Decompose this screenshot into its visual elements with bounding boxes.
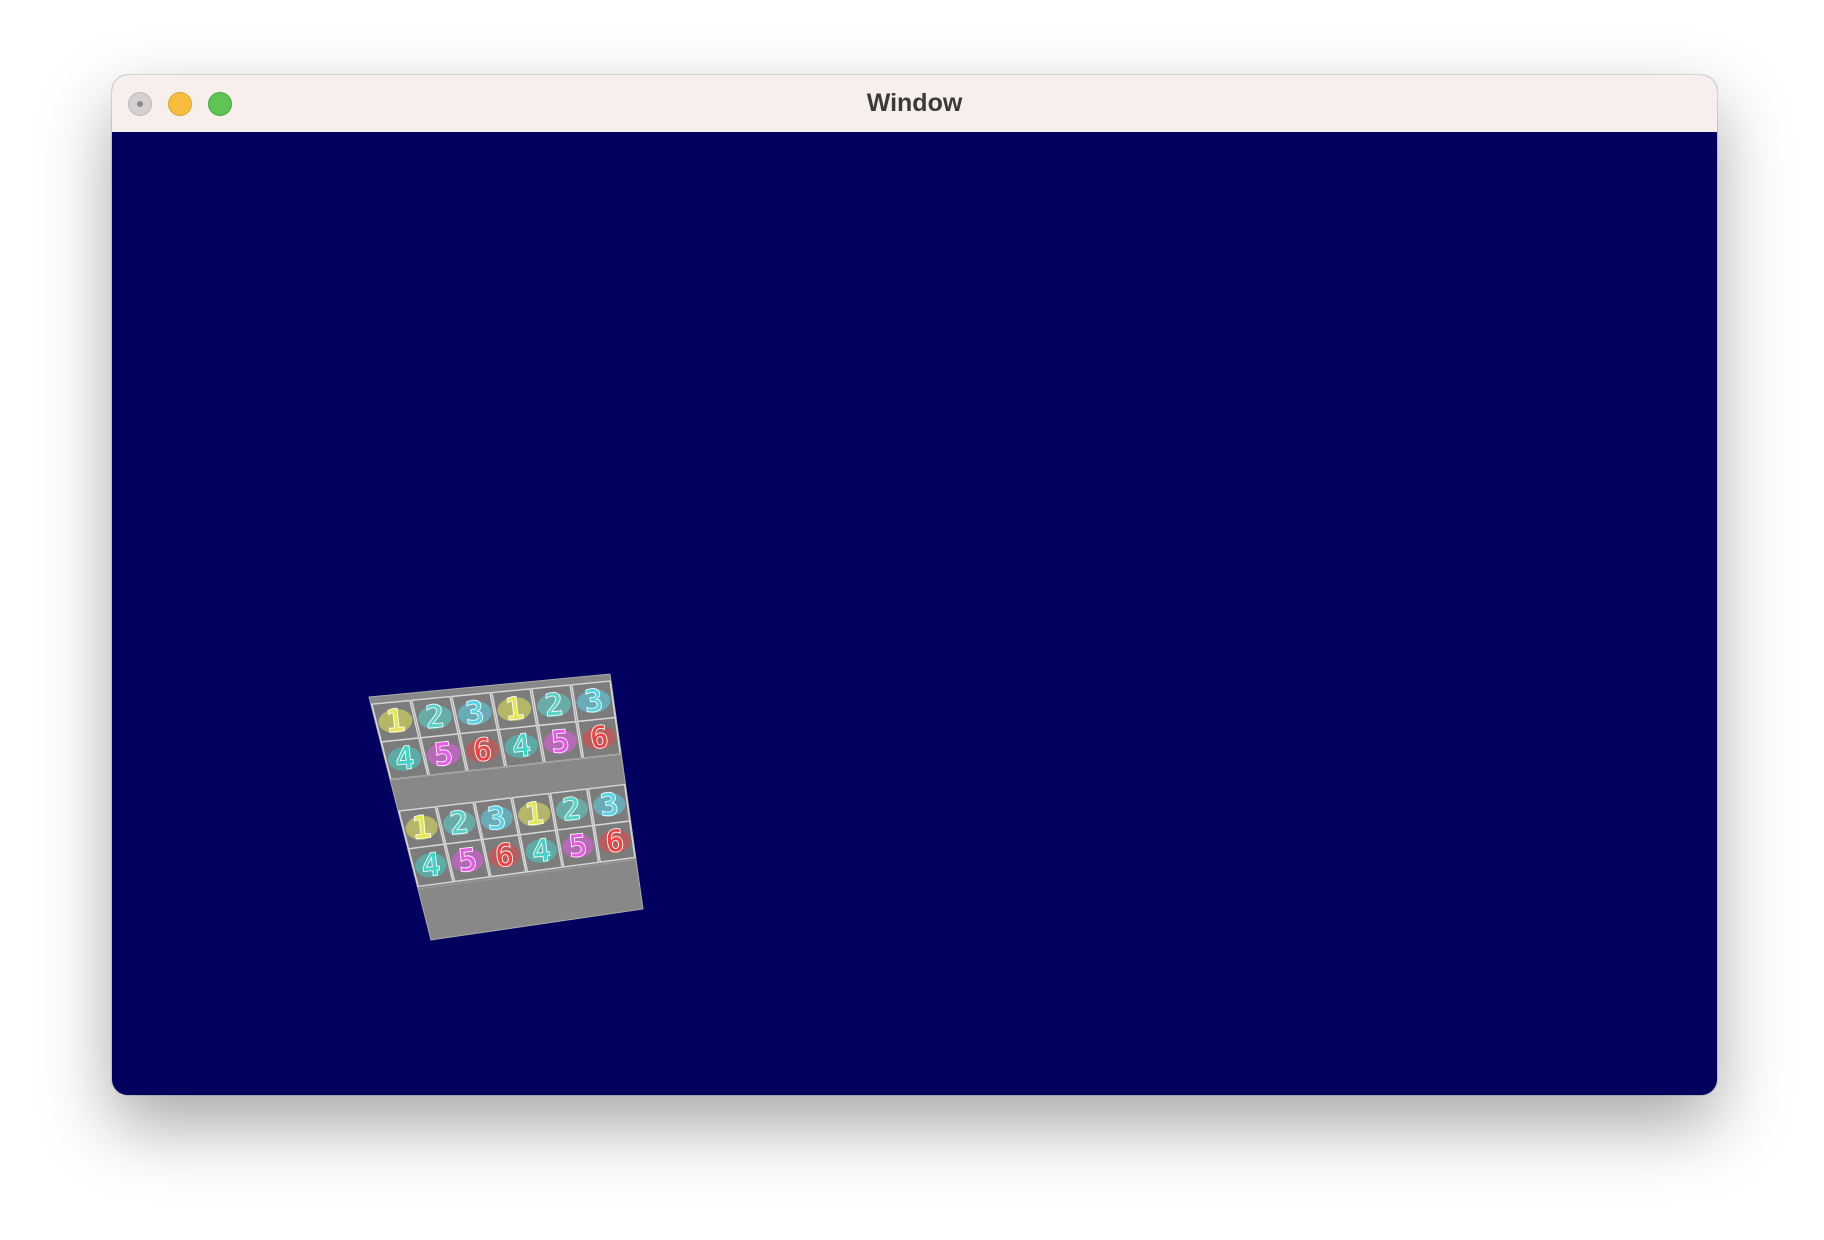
texture-digit: 1	[523, 796, 546, 834]
app-window: Window 123123456456123123456456	[112, 75, 1717, 1095]
texture-digit: 4	[530, 833, 553, 871]
textured-quad: 1 2 3 1 2 34 5 6 4 5 61 2 3 1 2 34 5 6 4 5 6	[368, 673, 644, 941]
texture-digit: 1	[410, 807, 433, 847]
texture-digit: 3	[598, 786, 620, 824]
title-bar[interactable]: Window	[112, 75, 1717, 133]
texture-digit: 3	[485, 800, 508, 838]
texture-digit: 2	[424, 698, 447, 737]
texture-digit: 5	[456, 841, 479, 880]
texture-digit: 1	[384, 701, 407, 741]
texture-digit: 5	[549, 723, 571, 761]
texture-digit: 5	[432, 735, 455, 774]
texture-digit: 1	[503, 691, 526, 729]
window-title: Window	[866, 89, 963, 117]
texture-digit: 6	[493, 837, 516, 875]
texture-digit: 2	[448, 804, 471, 843]
texture-digit: 4	[419, 845, 442, 885]
texture-digit: 5	[567, 828, 589, 866]
texture-digit: 4	[510, 728, 533, 766]
texture-digit: 6	[471, 732, 494, 770]
texture-digit: 3	[463, 695, 486, 733]
texture-digit: 4	[393, 738, 416, 778]
texture-digit: 2	[561, 791, 583, 829]
texture-digit: 6	[604, 823, 626, 861]
render-viewport[interactable]: 123123456456123123456456	[112, 132, 1717, 1095]
texture-digit: 3	[583, 683, 605, 721]
textured-quad-scene: 1 2 3 1 2 34 5 6 4 5 61 2 3 1 2 34 5 6 4 5 6	[368, 673, 644, 941]
texture-digit: 2	[543, 687, 565, 725]
texture-digit: 6	[588, 719, 610, 757]
